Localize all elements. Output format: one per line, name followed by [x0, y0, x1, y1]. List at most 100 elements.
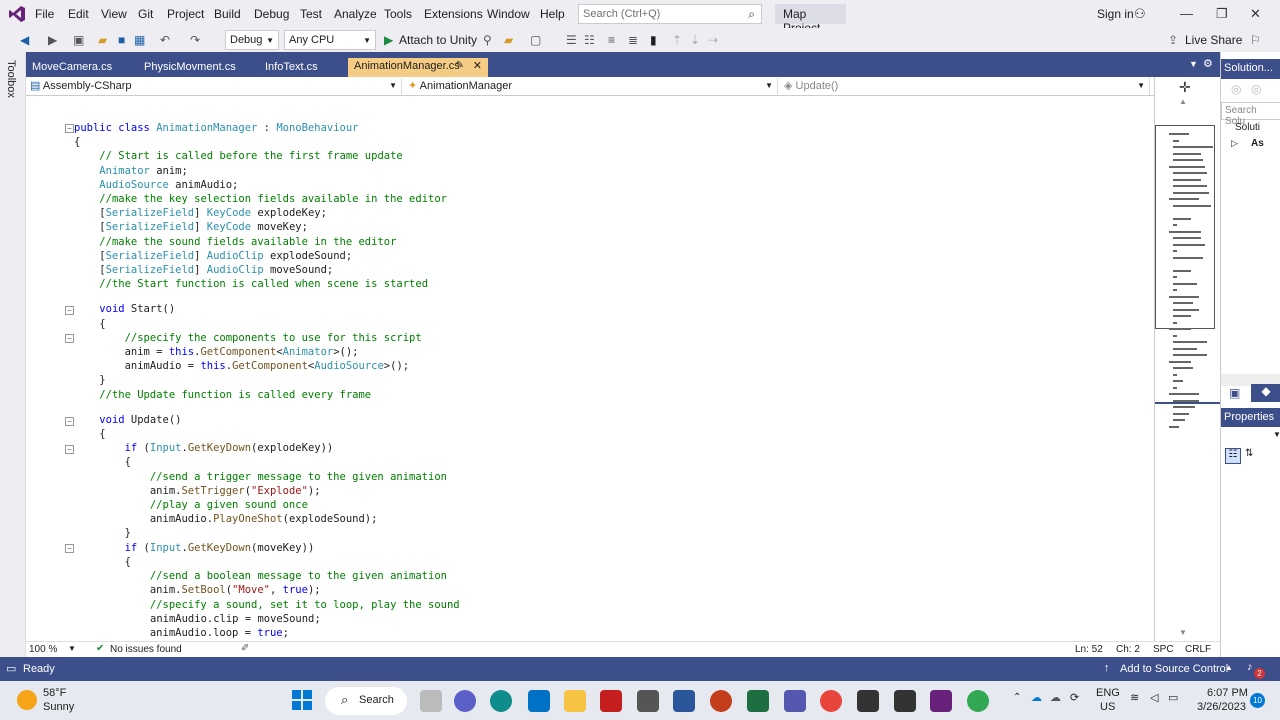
unity-icon[interactable] [857, 690, 879, 712]
cloud-icon[interactable]: ☁ [1050, 691, 1061, 704]
wifi-icon[interactable]: ≋ [1130, 691, 1139, 704]
screen-icon[interactable]: ▢ [530, 33, 541, 47]
unity-hub-icon[interactable] [894, 690, 916, 712]
debug-option-icon[interactable]: ⚲ [483, 33, 492, 47]
tab-infotext[interactable]: InfoText.cs [259, 59, 324, 77]
comment-icon[interactable]: ≡ [608, 33, 615, 47]
menu-git[interactable]: Git [138, 7, 153, 21]
store-icon[interactable] [637, 690, 659, 712]
visual-studio-logo-icon[interactable] [8, 5, 26, 23]
collapse-icon[interactable]: − [65, 445, 74, 454]
project-name-badge[interactable]: Map Project [775, 4, 846, 35]
clock-time[interactable]: 6:07 PM [1207, 687, 1248, 699]
clock-date[interactable]: 3/26/2023 [1197, 701, 1246, 713]
zoom-dropdown[interactable]: 100 % [29, 644, 57, 655]
categorized-icon[interactable]: ☷ [1225, 448, 1241, 464]
solution-search-input[interactable]: Search Solu [1221, 102, 1280, 127]
menu-edit[interactable]: Edit [68, 7, 89, 21]
game-icon[interactable] [600, 690, 622, 712]
git-changes-icon[interactable]: ◆ [1251, 384, 1280, 402]
collapse-icon[interactable]: − [65, 124, 74, 133]
language-primary[interactable]: ENG [1096, 687, 1120, 699]
new-project-icon[interactable]: ▣ [73, 33, 84, 47]
menu-extensions[interactable]: Extensions [424, 7, 483, 21]
sync-icon[interactable]: ◎ [1251, 82, 1261, 96]
taskbar-search[interactable]: ⌕ Search [325, 687, 407, 715]
visual-studio-icon[interactable] [930, 690, 952, 712]
file-explorer-icon[interactable] [564, 690, 586, 712]
bookmark-clear-icon[interactable]: ⇢ [708, 33, 718, 47]
edge-icon[interactable] [490, 690, 512, 712]
bell-icon[interactable]: ♪ [1247, 661, 1253, 673]
sign-in-link[interactable]: Sign in [1097, 7, 1134, 21]
redo-icon[interactable]: ↷ [190, 33, 200, 47]
code-minimap[interactable]: ✛ ▲ ▼ [1154, 77, 1221, 641]
arrow-up-icon[interactable]: ↑ [1104, 662, 1110, 674]
sun-icon[interactable] [17, 690, 37, 710]
project-dropdown[interactable]: ▤ Assembly-CSharp ▼ [26, 78, 402, 95]
brush-icon[interactable]: ✐ [241, 643, 249, 654]
menu-tools[interactable]: Tools [384, 7, 412, 21]
word-icon[interactable] [673, 690, 695, 712]
back-icon[interactable]: ◀ [20, 33, 29, 47]
windows-start-icon[interactable] [292, 690, 312, 710]
line-ending[interactable]: CRLF [1185, 644, 1211, 655]
scroll-up-icon[interactable]: ▲ [1179, 97, 1187, 106]
tab-animationmanager[interactable]: AnimationManager.cs ✎ ✕ [348, 58, 488, 77]
chevron-up-icon[interactable]: ▲ [1225, 663, 1233, 672]
alphabetical-icon[interactable]: ⇅ [1245, 448, 1253, 459]
project-node[interactable]: As [1251, 138, 1264, 149]
language-secondary[interactable]: US [1100, 701, 1115, 713]
weather-temp[interactable]: 58°F [43, 687, 66, 699]
properties-title[interactable]: Properties [1221, 408, 1280, 427]
powerpoint-icon[interactable] [710, 690, 732, 712]
configuration-dropdown[interactable]: Debug ▼ [225, 30, 279, 50]
bookmark-icon[interactable]: ▮ [650, 33, 657, 47]
notification-center-badge[interactable]: 10 [1250, 693, 1265, 708]
forward-icon[interactable]: ▶ [48, 33, 57, 47]
toolbox-tab[interactable]: Toolbox [5, 60, 17, 98]
save-all-icon[interactable]: ▦ [134, 33, 145, 47]
add-to-source-control-button[interactable]: Add to Source Control [1120, 663, 1228, 675]
minimize-icon[interactable]: — [1180, 6, 1193, 21]
tab-physicmovment[interactable]: PhysicMovment.cs [138, 59, 242, 77]
tab-settings-icon[interactable]: ⚙ [1203, 57, 1213, 70]
menu-debug[interactable]: Debug [254, 7, 289, 21]
solution-node[interactable]: Soluti [1235, 122, 1260, 133]
menu-help[interactable]: Help [540, 7, 565, 21]
menu-view[interactable]: View [101, 7, 127, 21]
member-dropdown[interactable]: ◈ Update() ▼ [780, 78, 1150, 95]
pin-icon[interactable]: ✎ [456, 60, 464, 71]
save-icon[interactable]: ■ [118, 33, 125, 47]
menu-test[interactable]: Test [300, 7, 322, 21]
task-view-icon[interactable] [420, 690, 442, 712]
bookmark-prev-icon[interactable]: ⇡ [672, 33, 682, 47]
live-share-button[interactable]: Live Share [1185, 33, 1242, 47]
teams-icon[interactable] [784, 690, 806, 712]
folder-search-icon[interactable]: ▰ [504, 33, 513, 47]
chat-icon[interactable] [454, 690, 476, 712]
expand-icon[interactable]: ▷ [1231, 138, 1238, 149]
weather-desc[interactable]: Sunny [43, 701, 74, 713]
scroll-down-icon[interactable]: ▼ [1179, 628, 1187, 637]
indent-icon[interactable]: ☷ [584, 33, 595, 47]
volume-icon[interactable]: ◁ [1150, 691, 1158, 704]
attach-to-unity-button[interactable]: Attach to Unity [399, 33, 477, 47]
live-share-icon[interactable]: ⇪ [1168, 33, 1178, 47]
split-icon[interactable]: ✛ [1179, 79, 1191, 96]
solution-explorer-title[interactable]: Solution... [1221, 59, 1280, 79]
tab-movecamera[interactable]: MoveCamera.cs [26, 59, 118, 77]
close-tab-icon[interactable]: ✕ [473, 59, 482, 72]
collapse-icon[interactable]: − [65, 334, 74, 343]
play-icon[interactable]: ▶ [384, 33, 393, 47]
uncomment-icon[interactable]: ≣ [628, 33, 638, 47]
issues-status[interactable]: No issues found [110, 644, 182, 655]
collapse-icon[interactable]: − [65, 544, 74, 553]
menu-build[interactable]: Build [214, 7, 241, 21]
collapse-icon[interactable]: − [65, 306, 74, 315]
home-icon[interactable]: ◎ [1231, 82, 1241, 96]
open-folder-icon[interactable]: ▰ [98, 33, 107, 47]
chrome-icon[interactable] [820, 690, 842, 712]
browser-icon[interactable] [967, 690, 989, 712]
whitespace-mode[interactable]: SPC [1153, 644, 1174, 655]
